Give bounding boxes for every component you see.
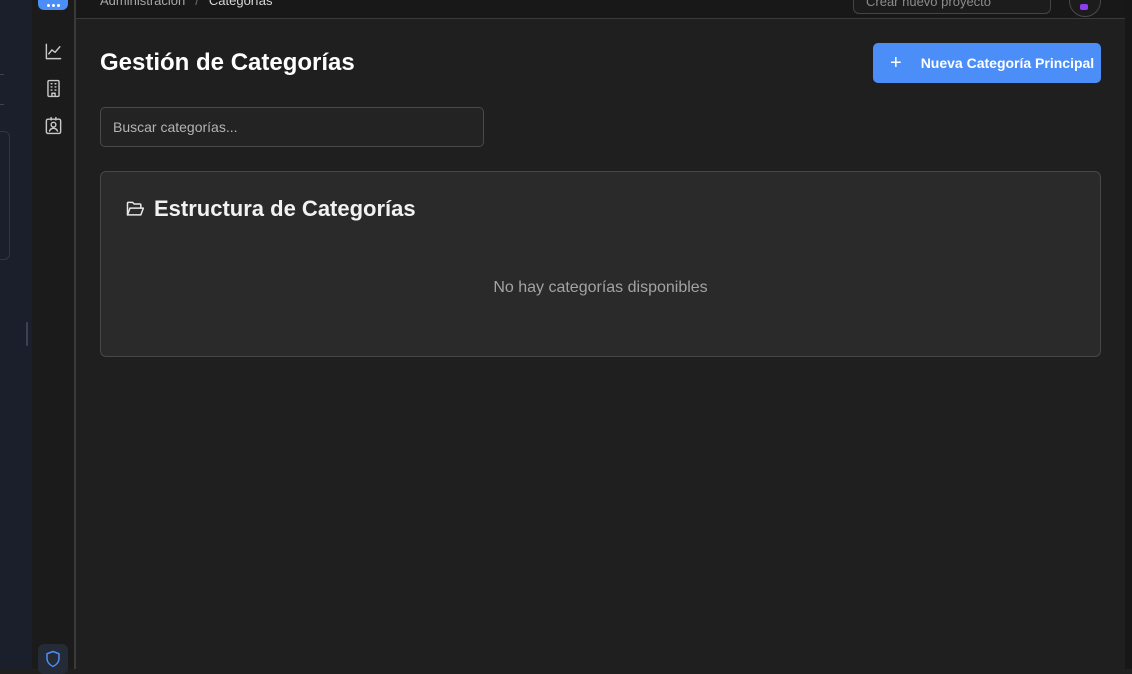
new-main-category-button[interactable]: + Nueva Categoría Principal — [873, 43, 1101, 83]
avatar-glyph — [1080, 4, 1088, 10]
background-window-strip — [0, 0, 32, 669]
breadcrumb-separator: / — [195, 0, 199, 8]
breadcrumb: Administración / Categorías — [100, 0, 272, 8]
top-bar: Administración / Categorías — [76, 0, 1125, 19]
background-tick — [0, 74, 4, 75]
scrollbar-gutter — [1125, 0, 1132, 669]
user-avatar[interactable] — [1069, 0, 1101, 17]
panel-header: Estructura de Categorías — [125, 196, 416, 222]
folder-open-icon — [126, 201, 145, 216]
empty-state-message: No hay categorías disponibles — [493, 279, 708, 296]
chart-line-icon — [45, 43, 61, 59]
panel-title: Estructura de Categorías — [154, 196, 416, 221]
breadcrumb-parent[interactable]: Administración — [100, 0, 185, 8]
admin-nav-button[interactable] — [38, 644, 68, 674]
analytics-nav-button[interactable] — [41, 39, 65, 63]
new-project-input[interactable] — [853, 0, 1051, 14]
contacts-nav-button[interactable] — [41, 113, 65, 137]
category-search-input[interactable] — [100, 107, 484, 147]
resize-handle[interactable] — [26, 322, 28, 346]
category-structure-panel: Estructura de Categorías No hay categorí… — [100, 171, 1101, 357]
app-logo[interactable] — [38, 0, 68, 10]
new-main-category-label: Nueva Categoría Principal — [920, 55, 1095, 71]
page-title: Gestión de Categorías — [100, 49, 355, 76]
background-tick — [0, 104, 4, 105]
breadcrumb-current: Categorías — [208, 0, 273, 8]
shield-icon — [46, 650, 60, 668]
organizations-nav-button[interactable] — [41, 76, 65, 100]
plus-icon: + — [890, 52, 902, 74]
icon-sidebar — [32, 0, 76, 674]
contact-badge-icon — [45, 116, 61, 134]
building-icon — [46, 79, 60, 97]
background-card-edge — [0, 131, 10, 260]
